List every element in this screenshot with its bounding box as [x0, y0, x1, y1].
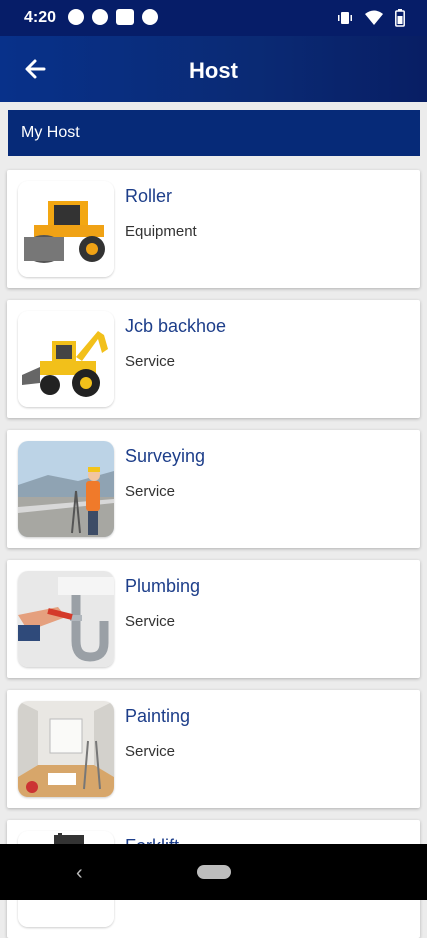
skype-icon: [68, 9, 84, 25]
nav-back-icon[interactable]: ‹: [76, 862, 83, 885]
wifi-icon: [365, 10, 383, 25]
section-title: My Host: [21, 124, 80, 141]
list-item[interactable]: Painting Service: [7, 690, 420, 808]
system-nav-bar: ‹: [0, 844, 427, 900]
plumbing-image: [18, 571, 114, 667]
status-bar: 4:20: [0, 0, 427, 36]
section-header: My Host: [8, 110, 420, 156]
roller-image: [18, 181, 114, 277]
list-item[interactable]: Jcb backhoe Service: [7, 300, 420, 418]
shazam-icon: [142, 9, 158, 25]
item-title: Surveying: [125, 446, 206, 466]
item-subtitle: Service: [125, 743, 176, 760]
page-title: Host: [189, 58, 238, 83]
item-subtitle: Equipment: [125, 223, 197, 240]
app-notification-icon: [92, 9, 108, 25]
vibrate-icon: [338, 12, 352, 24]
youtube-icon: [116, 9, 134, 25]
list-item[interactable]: Plumbing Service: [7, 560, 420, 678]
notification-icons: [68, 9, 158, 25]
item-title: Roller: [125, 186, 173, 206]
backhoe-image: [18, 311, 114, 407]
status-time: 4:20: [24, 9, 57, 26]
item-title: Painting: [125, 706, 191, 726]
item-subtitle: Service: [125, 613, 176, 630]
item-subtitle: Service: [125, 353, 176, 370]
list-item[interactable]: Surveying Service: [7, 430, 420, 548]
painting-image: [18, 701, 114, 797]
system-icons: [337, 9, 405, 27]
battery-icon: [395, 9, 405, 27]
app-bar: Host: [0, 36, 427, 102]
list-item[interactable]: Roller Equipment: [7, 170, 420, 288]
item-subtitle: Service: [125, 483, 176, 500]
surveying-image: [18, 441, 114, 537]
item-title: Plumbing: [125, 576, 201, 596]
item-title: Jcb backhoe: [125, 316, 227, 336]
nav-home-pill[interactable]: [197, 865, 231, 879]
